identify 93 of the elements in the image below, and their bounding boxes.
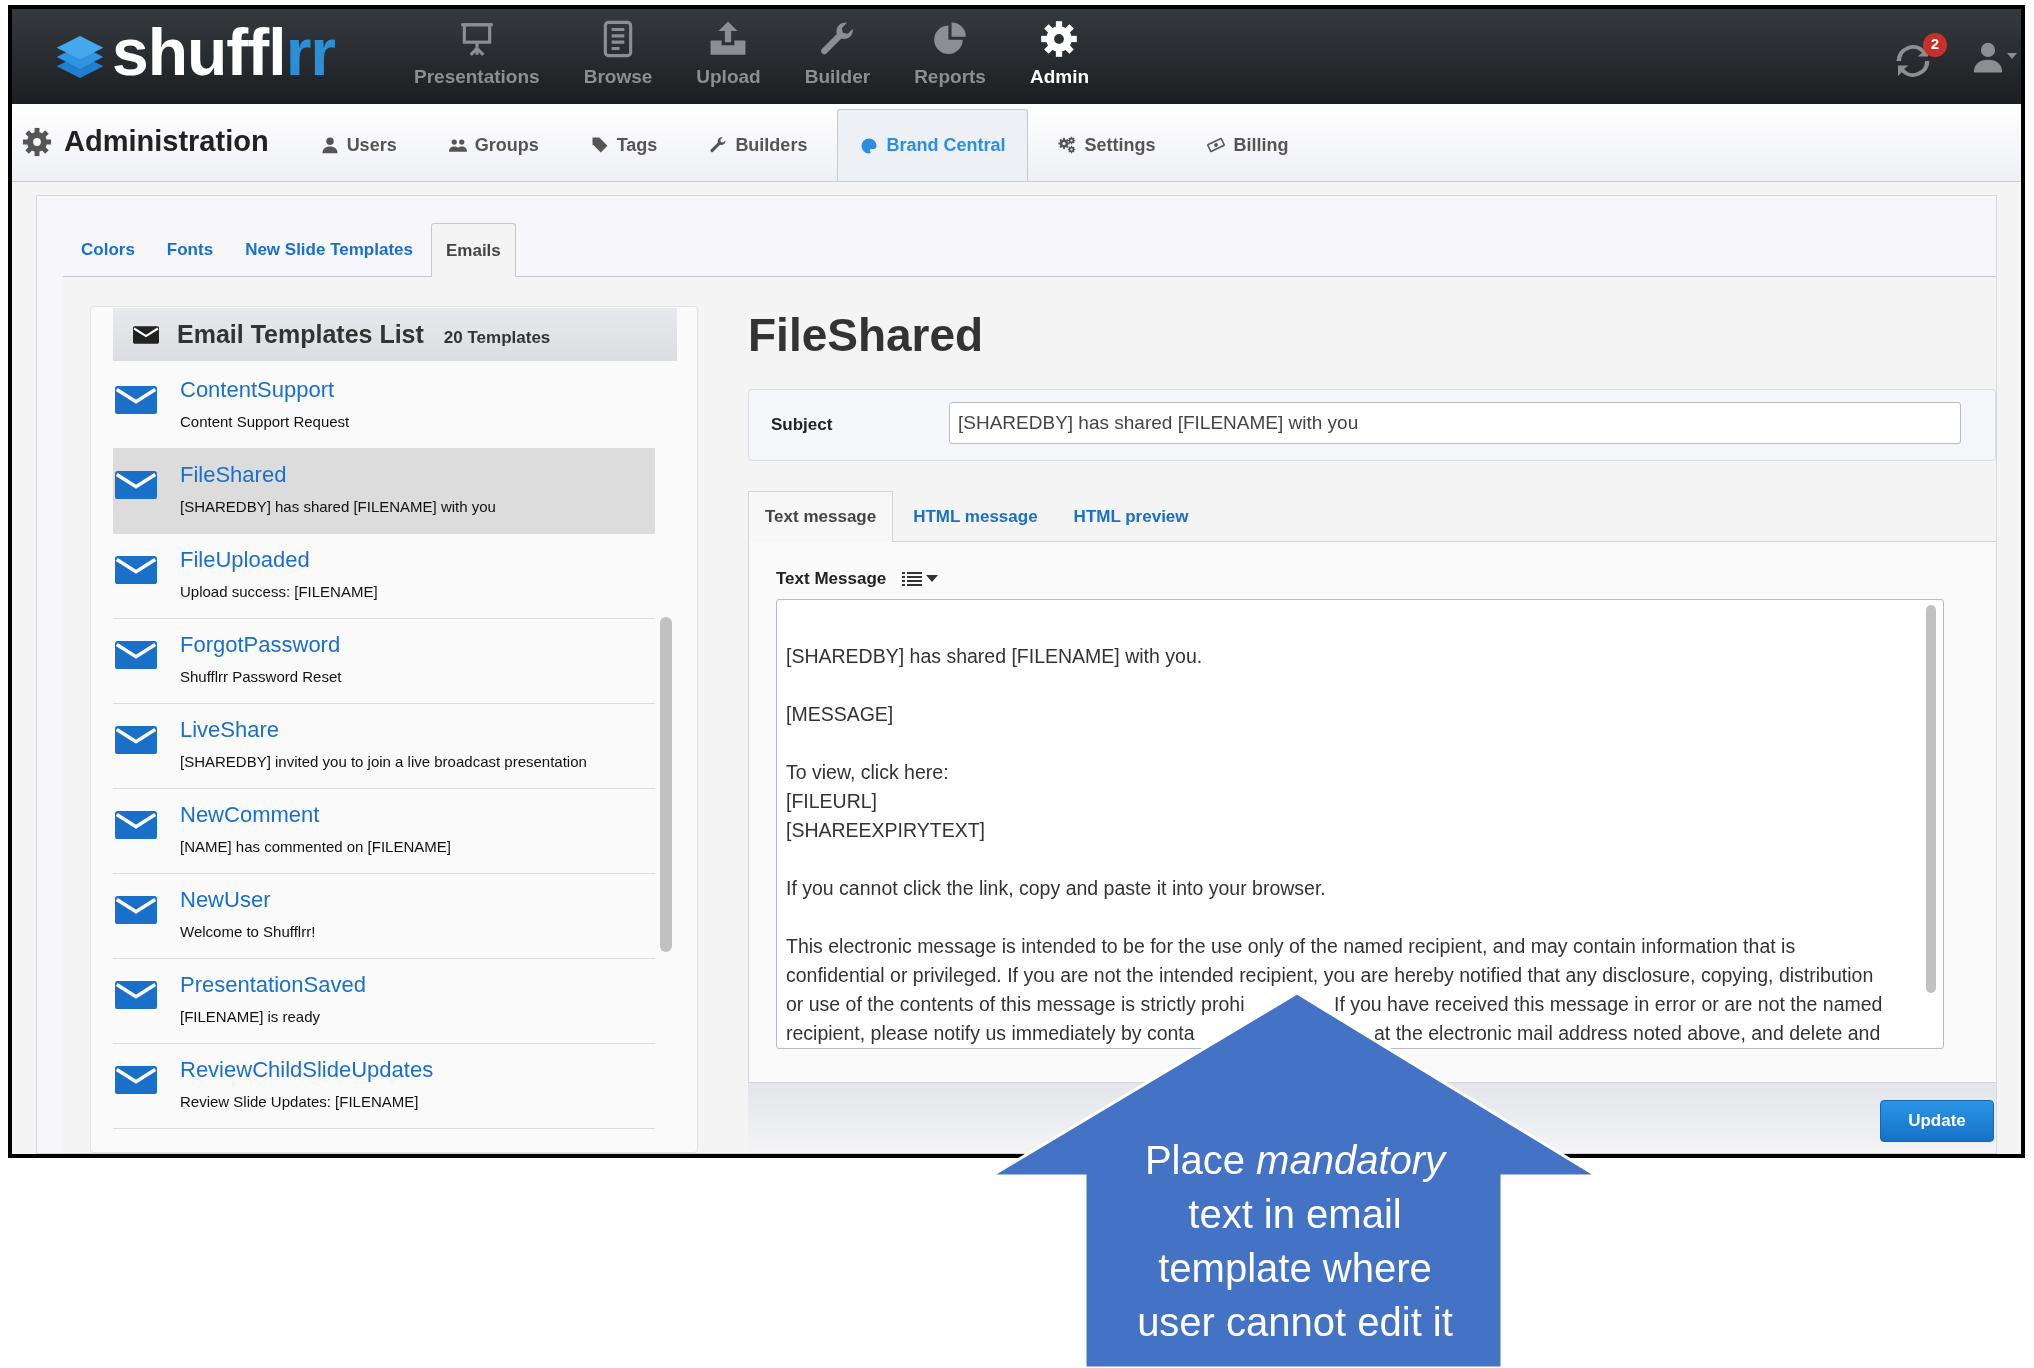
editor-label: Text Message [776,568,887,591]
envelope-icon [115,556,157,584]
template-name: ContentSupport [180,376,336,404]
section-tab[interactable]: Users [298,109,419,181]
palette-icon [860,136,879,155]
callout-text: user cannot edit it [1137,1299,1453,1346]
callout-text: template where [1158,1245,1432,1292]
sub-tab[interactable]: New Slide Templates [231,223,427,277]
message-line: If you have received this message in error or are not the named [1334,992,1883,1017]
sub-tab[interactable]: Colors [67,223,149,277]
template-name: ReviewChildSlideUpdates [180,1056,434,1084]
envelope-icon [115,386,157,414]
update-button[interactable]: Update [1880,1100,1994,1142]
section-tab[interactable]: Settings [1036,109,1178,181]
template-subject: Welcome to Shufflrr! [180,922,316,942]
logo-wordmark[interactable]: shufflrr [112,18,335,85]
scrollbar-thumb[interactable] [660,617,672,952]
caret-icon [926,575,939,583]
message-line: or use of the contents of this message is strictly prohi [786,993,1245,1015]
sub-tab[interactable]: Emails [431,223,516,277]
list-title: Email Templates List [177,318,424,350]
sync-button[interactable]: 2 [1895,32,1949,81]
gears-icon [1058,136,1077,154]
callout-text: text in email [1188,1191,1402,1238]
wrench-icon [709,136,728,154]
template-name: PresentationSaved [180,971,366,999]
message-line: This electronic message is intended to be for the use only of the named recipient, and may contain information that is [786,934,1797,959]
notification-badge: 2 [1923,32,1947,57]
section-tab[interactable]: Tags [568,109,680,181]
envelope-icon [115,471,157,499]
nav-tab[interactable]: Reports [892,20,1008,86]
page-title: Administration [64,123,269,159]
list-icon [902,571,923,587]
scrollbar-thumb[interactable] [1926,605,1936,993]
template-subject: [SHAREDBY] has shared [FILENAME] with you [180,497,496,517]
template-title: FileShared [748,308,985,363]
template-subject: Shufflrr Password Reset [180,667,342,687]
envelope-icon [115,811,157,839]
envelope-icon [133,325,159,344]
template-subject: [FILENAME] is ready [180,1007,322,1027]
envelope-icon [115,726,157,754]
sub-tab[interactable]: Fonts [152,223,228,277]
section-tab[interactable]: Builders [687,109,830,181]
tag-icon [590,136,609,154]
template-name: FileShared [180,461,288,489]
message-line: [SHAREEXPIRYTEXT] [786,818,987,843]
message-line: confidential or privileged. If you are not the intended recipient, you are hereby notified that any disclosure, copying, distribution [786,963,1875,988]
section-tab[interactable]: Groups [426,109,561,181]
message-line: [FILEURL] [786,789,879,814]
caret-icon [2007,52,2017,61]
template-name: NewUser [180,886,272,914]
user-icon [320,136,339,154]
template-subject: [SHAREDBY] invited you to join a live broadcast presentation [180,752,587,772]
message-line: recipient, please notify us immediately by conta [786,1022,1195,1044]
template-subject: Review Slide Updates: [FILENAME] [180,1092,420,1112]
template-name: ForgotPassword [180,631,342,659]
message-line: If you cannot click the link, copy and paste it into your browser. [786,876,1327,901]
message-line: at the electronic mail address noted above, and delete and [1374,1021,1881,1046]
envelope-icon [115,641,157,669]
template-count: 20 Templates [443,326,551,349]
envelope-icon [115,896,157,924]
message-line: [MESSAGE] [786,702,895,727]
message-tab[interactable]: Text message [748,491,894,542]
format-menu-button[interactable] [902,571,939,587]
template-subject: Upload success: [FILENAME] [180,582,378,602]
nav-tab[interactable]: Builder [782,20,893,86]
refresh-icon [1895,42,1931,79]
nav-tab[interactable]: Presentations [392,20,562,86]
subject-field[interactable]: [SHAREDBY] has shared [FILENAME] with you [949,402,1961,444]
gear-icon [22,126,52,157]
message-textarea[interactable] [776,599,1944,1049]
upload-icon [709,20,748,58]
message-tab[interactable]: HTML preview [1057,491,1205,542]
nav-tab[interactable]: Admin [1007,20,1112,86]
nav-tab[interactable]: Upload [674,20,783,86]
banknote-icon [1207,136,1226,154]
gear-icon [1040,20,1079,58]
message-tab[interactable]: HTML message [897,491,1054,542]
group-icon [448,136,467,154]
subject-label: Subject [771,414,834,436]
section-tab[interactable]: Billing [1185,109,1311,181]
envelope-icon [115,1066,157,1094]
callout-text: Place mandatory [1144,1137,1446,1184]
envelope-icon [115,981,157,1009]
template-name: FileUploaded [180,546,311,574]
message-line: [SHAREDBY] has shared [FILENAME] with you. [786,644,1204,669]
template-subject: [NAME] has commented on [FILENAME] [180,837,451,857]
nav-tab[interactable]: Browse [561,20,675,86]
template-subject: Content Support Request [180,412,350,432]
template-name: NewComment [180,801,321,829]
template-item[interactable]: FileShared [SHAREDBY] has shared [FILENAME] with you [113,449,655,534]
message-line: To view, click here: [786,760,950,785]
template-name: LiveShare [180,716,281,744]
